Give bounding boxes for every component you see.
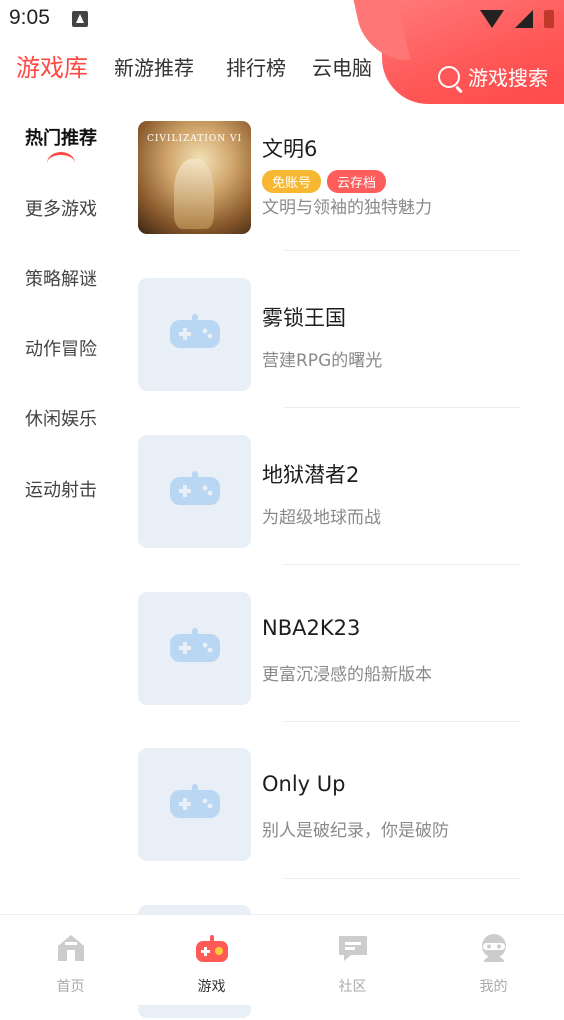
game-description: 为超级地球而战 <box>262 508 381 528</box>
game-description: 文明与领袖的独特魅力 <box>262 198 432 218</box>
game-item[interactable]: NBA2K23 更富沉浸感的船新版本 <box>138 592 528 707</box>
nav-label: 首页 <box>56 979 85 995</box>
top-tabs: 游戏库 新游推荐 排行榜 云电脑 游戏搜索 <box>0 52 564 100</box>
divider <box>284 250 520 251</box>
divider <box>284 878 520 879</box>
notification-icon <box>72 11 88 27</box>
game-item[interactable]: 雾锁王国 营建RPG的曙光 <box>138 278 528 393</box>
tab-game-library[interactable]: 游戏库 <box>16 48 88 83</box>
game-cover-placeholder <box>138 278 251 391</box>
nav-games[interactable]: 游戏 <box>141 915 282 1005</box>
cover-title: CIVILIZATION VI <box>146 134 242 144</box>
nav-community[interactable]: 社区 <box>282 915 423 1005</box>
game-title: NBA2K23 <box>262 616 361 640</box>
divider <box>284 564 520 565</box>
battery-icon <box>544 9 554 28</box>
tag-no-account: 免账号 <box>262 170 322 193</box>
bottom-nav: 首页 游戏 社区 我的 <box>0 914 564 1005</box>
game-cover-placeholder <box>138 748 251 861</box>
sidebar-item-more-games[interactable]: 更多游戏 <box>25 195 97 221</box>
gamepad-placeholder-icon <box>170 314 220 348</box>
game-item[interactable]: CIVILIZATION VI 文明6 免账号 云存档 文明与领袖的独特魅力 <box>138 121 528 236</box>
sidebar-item-label: 热门推荐 <box>25 128 97 149</box>
sidebar-item-sports[interactable]: 运动射击 <box>25 476 97 502</box>
home-icon <box>58 935 84 961</box>
nav-label: 游戏 <box>197 979 226 995</box>
game-title: 文明6 <box>262 137 318 161</box>
nav-label: 我的 <box>479 979 508 995</box>
game-title: Only Up <box>262 772 346 796</box>
game-tags: 免账号 云存档 <box>262 170 387 193</box>
divider <box>284 407 520 408</box>
nav-label: 社区 <box>338 979 367 995</box>
profile-icon <box>482 934 506 962</box>
search-icon <box>438 65 460 88</box>
game-search-button[interactable]: 游戏搜索 <box>438 62 548 91</box>
game-item[interactable]: 地狱潜者2 为超级地球而战 <box>138 435 528 550</box>
sidebar-item-hot[interactable]: 热门推荐 <box>25 124 97 155</box>
game-title: 地狱潜者2 <box>262 463 360 487</box>
game-cover: CIVILIZATION VI <box>138 121 251 234</box>
divider <box>284 721 520 722</box>
game-cover-placeholder <box>138 592 251 705</box>
tab-new-games[interactable]: 新游推荐 <box>114 52 194 81</box>
civilization-cover-art: CIVILIZATION VI <box>138 121 251 234</box>
tab-cloud-pc[interactable]: 云电脑 <box>312 52 372 81</box>
tag-cloud-save: 云存档 <box>327 170 387 193</box>
signal-icon <box>514 9 533 28</box>
game-cover-placeholder <box>138 435 251 548</box>
sidebar-item-action[interactable]: 动作冒险 <box>25 335 97 361</box>
wifi-icon <box>479 9 504 28</box>
game-description: 更富沉浸感的船新版本 <box>262 665 432 685</box>
status-bar: 9:05 <box>0 0 564 40</box>
system-icons <box>474 8 554 30</box>
chat-icon <box>339 936 367 961</box>
sidebar-item-strategy[interactable]: 策略解谜 <box>25 265 97 291</box>
game-description: 营建RPG的曙光 <box>262 351 383 371</box>
active-indicator <box>47 152 75 163</box>
tab-ranking[interactable]: 排行榜 <box>226 52 286 81</box>
status-time: 9:05 <box>9 6 50 29</box>
nav-home[interactable]: 首页 <box>0 915 141 1005</box>
gamepad-icon <box>196 935 228 962</box>
sidebar-item-casual[interactable]: 休闲娱乐 <box>25 405 97 431</box>
game-item[interactable]: Only Up 别人是破纪录，你是破防 <box>138 748 528 863</box>
game-description: 别人是破纪录，你是破防 <box>262 821 449 841</box>
game-search-label: 游戏搜索 <box>468 66 548 90</box>
gamepad-placeholder-icon <box>170 628 220 662</box>
gamepad-placeholder-icon <box>170 784 220 818</box>
nav-profile[interactable]: 我的 <box>423 915 564 1005</box>
statue-figure <box>174 159 214 229</box>
game-title: 雾锁王国 <box>262 306 346 330</box>
gamepad-placeholder-icon <box>170 471 220 505</box>
